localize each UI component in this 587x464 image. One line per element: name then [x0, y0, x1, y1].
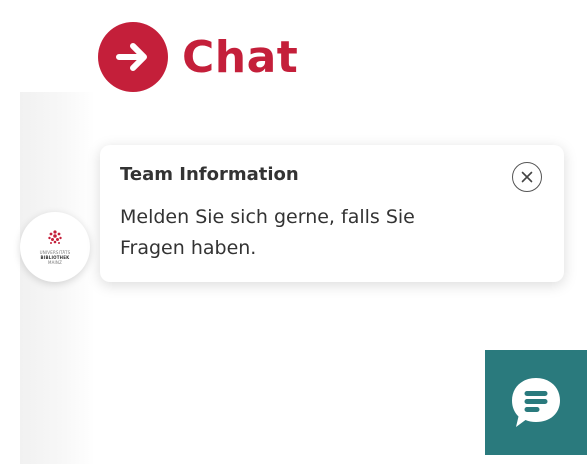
- chat-launcher-button[interactable]: [485, 350, 587, 455]
- popup-message-line-1: Melden Sie sich gerne, falls Sie: [120, 206, 415, 228]
- library-logo-icon: [48, 230, 62, 244]
- avatar: UNIVERSITÄTS BIBLIOTHEK MAINZ: [20, 212, 90, 282]
- popup-title: Team Information: [120, 164, 299, 185]
- chat-bubble-icon: [512, 377, 560, 427]
- chat-heading: Chat: [98, 22, 298, 92]
- team-info-popup: Team Information Melden Sie sich gerne, …: [100, 145, 564, 282]
- chat-title: Chat: [182, 31, 299, 83]
- logo-text-line-3: MAINZ: [47, 260, 63, 265]
- close-button[interactable]: [512, 162, 542, 192]
- popup-message-line-2: Fragen haben.: [120, 237, 257, 259]
- page: Chat UNIVERSITÄTS BIBLIOTHEK MAINZ Team …: [0, 0, 587, 464]
- close-icon: [521, 171, 533, 183]
- popup-message: Melden Sie sich gerne, falls Sie Fragen …: [120, 202, 480, 264]
- arrow-right-icon: [98, 22, 168, 92]
